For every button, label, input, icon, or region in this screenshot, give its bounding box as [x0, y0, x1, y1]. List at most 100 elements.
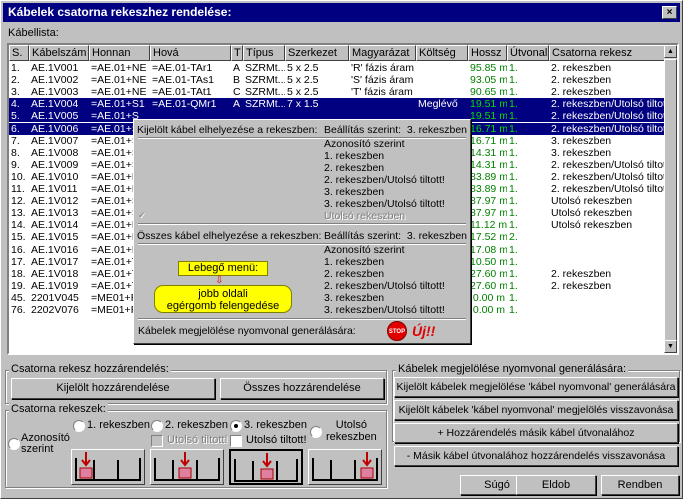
- column-header[interactable]: Kábelszám: [29, 45, 89, 61]
- table-cell-kabel: AE.1V013: [31, 207, 79, 220]
- compartment-2-picture[interactable]: [150, 449, 224, 485]
- table-cell-utv: 1.: [509, 86, 518, 99]
- close-button[interactable]: ×: [662, 6, 677, 19]
- table-cell-hossz: 83.89 m: [470, 183, 507, 195]
- table-cell-hossz: 19.51 m: [470, 98, 507, 111]
- mark-selected-button[interactable]: Kijelölt kábelek megjelölése 'kábel nyom…: [394, 377, 678, 397]
- popup-menu-item[interactable]: 3. rekeszben/Utolsó tiltott!: [324, 198, 445, 210]
- table-cell-s: 17.: [11, 255, 26, 268]
- table-cell-kolts: [416, 86, 468, 98]
- table-cell-kabel: AE.1V006: [31, 122, 79, 135]
- ok-button[interactable]: Rendben: [601, 475, 679, 495]
- compartment-last-picture[interactable]: [308, 449, 382, 485]
- table-cell-hossz: 17.08 m: [470, 243, 507, 256]
- assign-selected-button[interactable]: Kijelölt hozzárendelése: [11, 378, 215, 399]
- table-cell-hossz: 27.60 m: [470, 279, 507, 292]
- radio-compartment-2[interactable]: [151, 420, 163, 432]
- column-header[interactable]: S.: [9, 45, 29, 61]
- popup-menu-item[interactable]: Azonosító szerint: [324, 138, 405, 150]
- compartment-last-icon: [312, 452, 378, 481]
- assign-all-button[interactable]: Összes hozzárendelése: [220, 378, 384, 399]
- dialog-window: Kábelek csatorna rekeszhez rendelése: × …: [0, 0, 683, 499]
- column-header[interactable]: Honnan: [89, 45, 150, 61]
- kabellista-label: Kábellista:: [8, 27, 59, 39]
- popup-all-setting[interactable]: Beállítás szerint: 3. rekeszben: [324, 230, 467, 242]
- table-cell-szerk: 7 x 1.5: [287, 98, 319, 111]
- vertical-scrollbar[interactable]: ▲ ▼: [664, 45, 677, 353]
- table-cell-utv: 1.: [509, 207, 518, 220]
- column-header[interactable]: Költség: [416, 45, 468, 61]
- column-header[interactable]: Hová: [150, 45, 231, 61]
- table-cell-hova: =AE.01-QMr1: [152, 98, 217, 111]
- popup-menu-item[interactable]: 2. rekeszben/Utolsó tiltott!: [324, 174, 445, 186]
- column-header[interactable]: Útvonal: [507, 45, 549, 61]
- radio-compartment-1[interactable]: [73, 420, 85, 432]
- table-cell-utv: 1.: [509, 74, 518, 87]
- table-cell-s: 45.: [11, 291, 26, 304]
- table-cell-utv: 1.: [509, 158, 518, 171]
- radio-compartment-3[interactable]: [230, 420, 242, 432]
- scroll-up-button[interactable]: ▲: [664, 45, 677, 58]
- table-cell-magy: 'S' fázis áram: [351, 74, 414, 87]
- radio-compartment-last[interactable]: [310, 426, 322, 438]
- popup-menu-item[interactable]: 3. rekeszben/Utolsó tiltott!: [324, 304, 445, 316]
- table-cell-s: 6.: [11, 122, 20, 135]
- column-header[interactable]: Típus: [243, 45, 285, 61]
- popup-footer-item[interactable]: Kábelek megjelölése nyomvonal generálásá…: [138, 325, 356, 337]
- compartment-1-picture[interactable]: [71, 449, 145, 485]
- popup-menu-item[interactable]: 2. rekeszben: [324, 268, 384, 280]
- column-header[interactable]: Szerkezet: [285, 45, 349, 61]
- checkbox-last-forbidden[interactable]: [230, 435, 242, 447]
- table-cell-utv: 1.: [509, 243, 518, 256]
- table-row[interactable]: 1. AE.1V001 =AE.01+NE =AE.01-TAr1 A SZRMt... 5…: [9, 62, 669, 74]
- compartments-group-title: Csatorna rekeszek:: [9, 403, 108, 415]
- compartment-3-picture[interactable]: [229, 449, 303, 485]
- popup-selected-setting[interactable]: Beállítás szerint: 3. rekeszben: [324, 124, 467, 136]
- unmark-selected-button[interactable]: Kijelölt kábelek 'kábel nyomvonal' megje…: [394, 400, 678, 420]
- discard-button[interactable]: Eldob: [516, 475, 596, 495]
- table-cell-utv: 1.: [509, 195, 518, 208]
- table-cell-magy: 'R' fázis áram: [351, 62, 414, 74]
- table-cell-s: 7.: [11, 134, 20, 147]
- popup-menu-item[interactable]: 2. rekeszben/Utolsó tiltott!: [324, 280, 445, 292]
- table-cell-rekesz: [549, 256, 669, 268]
- table-cell-s: 5.: [11, 110, 20, 123]
- column-header[interactable]: Magyarázat: [349, 45, 416, 61]
- assign-group-title: Csatorna rekesz hozzárendelés:: [9, 363, 171, 375]
- scroll-thumb[interactable]: [664, 59, 677, 349]
- remove-from-route-button[interactable]: - Másik kábel útvonalához hozzárendelés …: [394, 446, 678, 466]
- column-header[interactable]: T: [231, 45, 243, 61]
- popup-menu-item[interactable]: 3. rekeszben: [324, 292, 384, 304]
- popup-menu-item[interactable]: Azonosító szerint: [324, 244, 405, 256]
- popup-menu-item[interactable]: 2. rekeszben: [324, 162, 384, 174]
- table-row[interactable]: 3. AE.1V003 =AE.01+NE =AE.01-TAt1 C SZRMt... 5…: [9, 86, 669, 98]
- popup-menu-item[interactable]: 1. rekeszben: [324, 150, 384, 162]
- table-cell-s: 9.: [11, 158, 20, 171]
- table-cell-hossz: 14.31 m: [470, 158, 507, 171]
- add-to-route-button[interactable]: + Hozzárendelés másik kábel útvonalához: [394, 423, 678, 443]
- column-header[interactable]: Hossz: [468, 45, 507, 61]
- table-cell-rekesz: 3. rekeszben: [551, 134, 612, 147]
- popup-menu-item[interactable]: 1. rekeszben: [324, 256, 384, 268]
- table-cell-kabel: AE.1V005: [31, 110, 79, 123]
- context-menu: Kijelölt kábel elhelyezése a rekeszben: …: [133, 119, 471, 344]
- table-cell-rekesz: 2. rekeszben/Utolsó tiltott: [551, 98, 669, 111]
- scroll-down-button[interactable]: ▼: [664, 340, 677, 353]
- table-cell-s: 14.: [11, 219, 26, 232]
- popup-selected-header: Kijelölt kábel elhelyezése a rekeszben:: [137, 124, 318, 136]
- table-row[interactable]: 4. AE.1V004 =AE.01+S1 =AE.01-QMr1 A SZRMt... 7…: [9, 98, 669, 111]
- table-cell-tipus: SZRMt...: [245, 74, 285, 87]
- column-header[interactable]: Csatorna rekesz: [549, 45, 669, 61]
- table-cell-hova: =AE.01-TAs1: [152, 74, 214, 87]
- radio-compartment-last-label-1: Utolsó: [335, 419, 367, 431]
- table-cell-honnan: =AE.01+NE: [91, 62, 147, 74]
- table-cell-hova: =AE.01-TAr1: [152, 62, 213, 74]
- popup-menu-item[interactable]: 3. rekeszben: [324, 186, 384, 198]
- table-cell-s: 13.: [11, 207, 26, 220]
- radio-by-identifier[interactable]: [8, 438, 20, 450]
- table-cell-utv: 1.: [509, 255, 518, 268]
- table-cell-rekesz: 2. rekeszben: [551, 74, 612, 87]
- popup-separator: [138, 223, 466, 225]
- table-row[interactable]: 2. AE.1V002 =AE.01+NE =AE.01-TAs1 B SZRMt... 5…: [9, 74, 669, 86]
- table-cell-hossz: 10.50 m: [470, 255, 507, 268]
